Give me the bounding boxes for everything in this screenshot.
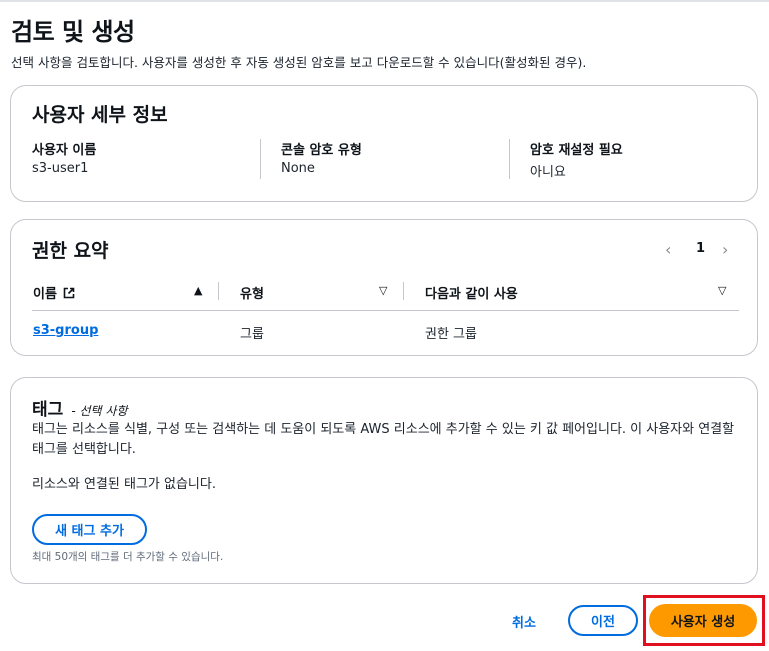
username-label: 사용자 이름: [32, 143, 97, 158]
permissions-summary-card: 권한 요약 ‹ 1 › 이름 ▲ 유형 ▽ 다음과 같이 사용 ▽ s3-gro…: [10, 219, 758, 356]
top-border: [0, 0, 769, 2]
page-number[interactable]: 1: [696, 241, 705, 256]
header-divider: [218, 282, 219, 300]
group-used-as: 권한 그룹: [425, 327, 477, 342]
sort-descending-icon[interactable]: ▽: [379, 284, 387, 297]
external-link-icon: [64, 287, 75, 299]
chevron-left-icon[interactable]: ‹: [665, 240, 671, 259]
user-details-title: 사용자 세부 정보: [32, 104, 168, 126]
column-header-name-label: 이름: [33, 287, 57, 302]
column-header-type[interactable]: 유형: [240, 283, 264, 302]
tags-card: 태그 - 선택 사항 태그는 리소스를 식별, 구성 또는 검색하는 데 도움이…: [10, 377, 758, 584]
console-password-type-label: 콘솔 암호 유형: [281, 143, 362, 158]
group-link[interactable]: s3-group: [33, 323, 98, 338]
tags-heading: 태그 - 선택 사항: [32, 395, 128, 420]
tags-optional-label: - 선택 사항: [71, 404, 128, 418]
column-divider: [509, 139, 510, 179]
console-password-type-value: None: [281, 161, 315, 176]
password-reset-label: 암호 재설정 필요: [530, 143, 623, 158]
table-header-divider: [32, 310, 739, 311]
previous-button[interactable]: 이전: [568, 605, 638, 636]
password-reset-value: 아니요: [530, 165, 566, 180]
tag-limit-note: 최대 50개의 태그를 더 추가할 수 있습니다.: [32, 551, 224, 563]
user-details-card: 사용자 세부 정보 사용자 이름 s3-user1 콘솔 암호 유형 None …: [10, 85, 758, 202]
permissions-summary-title: 권한 요약: [32, 240, 109, 262]
chevron-right-icon[interactable]: ›: [722, 240, 728, 259]
page-description: 선택 사항을 검토합니다. 사용자를 생성한 후 자동 생성된 암호를 보고 다…: [11, 55, 587, 70]
column-header-used-as[interactable]: 다음과 같이 사용: [425, 283, 518, 302]
sort-ascending-icon[interactable]: ▲: [194, 284, 202, 297]
column-header-name[interactable]: 이름: [33, 283, 75, 302]
username-value: s3-user1: [32, 161, 89, 176]
header-divider: [403, 282, 404, 300]
tags-title: 태그: [32, 400, 64, 420]
no-tags-text: 리소스와 연결된 태그가 없습니다.: [32, 477, 216, 492]
add-tag-button[interactable]: 새 태그 추가: [32, 514, 147, 545]
group-type: 그룹: [240, 327, 264, 342]
column-divider: [260, 139, 261, 179]
cancel-button[interactable]: 취소: [512, 612, 536, 631]
create-user-button[interactable]: 사용자 생성: [649, 604, 757, 637]
sort-descending-icon[interactable]: ▽: [718, 284, 726, 297]
page-title: 검토 및 생성: [11, 18, 135, 46]
tags-description: 태그는 리소스를 식별, 구성 또는 검색하는 데 도움이 되도록 AWS 리소…: [32, 422, 735, 457]
